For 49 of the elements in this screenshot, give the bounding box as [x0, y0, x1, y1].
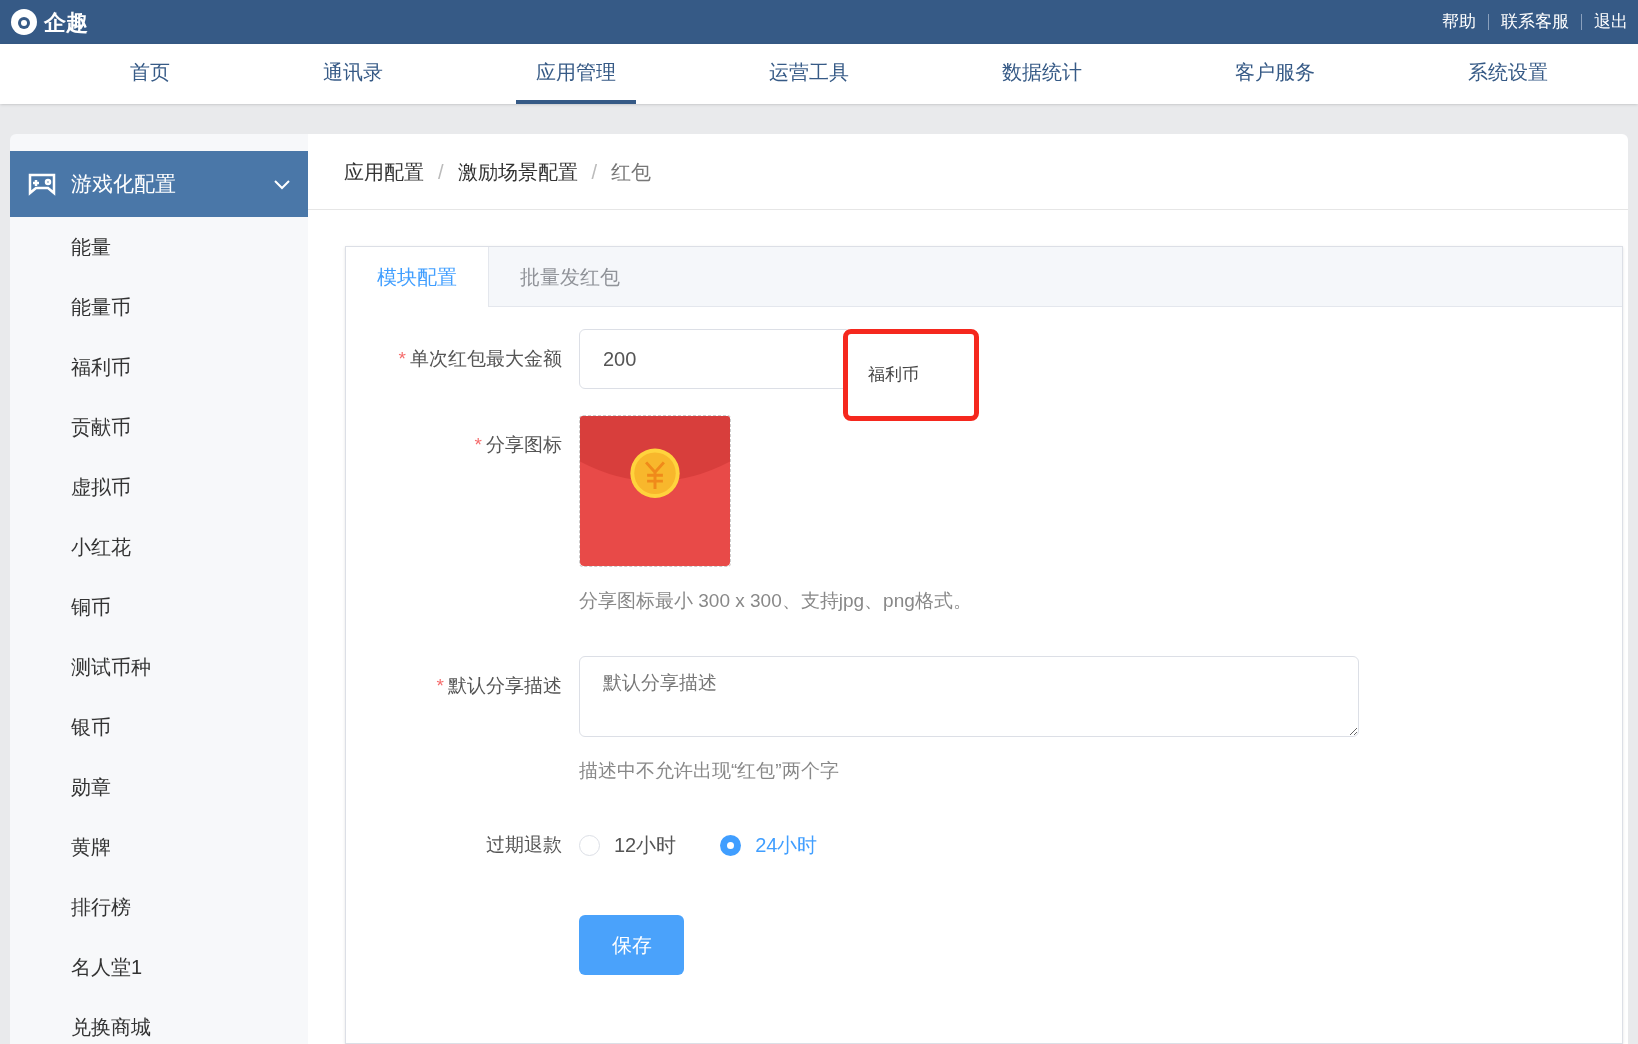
sidebar-item[interactable]: 名人堂1 [10, 937, 308, 997]
amount-input[interactable]: 200 [579, 329, 847, 389]
group-label: 游戏化配置 [71, 171, 177, 198]
sidebar-item[interactable]: 虚拟币 [10, 457, 308, 517]
description-field[interactable]: 默认分享描述 [579, 655, 1359, 737]
sidebar-item[interactable]: 黄牌 [10, 817, 308, 877]
sidebar-item[interactable]: 测试币种 [10, 637, 308, 697]
field-label: 过期退款 [486, 834, 562, 855]
radio-label: 24小时 [755, 833, 818, 858]
radio-label: 12小时 [614, 833, 677, 858]
nav-tab[interactable]: 应用管理 [516, 44, 636, 104]
sidebar-item[interactable]: 小红花 [10, 517, 308, 577]
sidebar-item[interactable]: 兑换商城 [10, 997, 308, 1044]
logo-icon [10, 8, 38, 36]
sidebar-item[interactable]: 银币 [10, 697, 308, 757]
nav-tab[interactable]: 首页 [110, 44, 190, 104]
breadcrumb-separator: / [591, 159, 598, 185]
sidebar-item[interactable]: 能量 [10, 217, 308, 277]
header-link[interactable]: 联系客服 [1501, 9, 1569, 35]
currency-suffix: 福利币 [843, 329, 979, 421]
header-link[interactable]: 帮助 [1442, 9, 1476, 35]
brand-name: 企趣 [44, 8, 88, 37]
breadcrumb-item[interactable]: 激励场景配置 [457, 156, 578, 187]
radio-button[interactable] [579, 834, 600, 856]
sidebar-item[interactable]: 勋章 [10, 757, 308, 817]
sidebar-item[interactable]: 铜币 [10, 577, 308, 637]
field-label: * 默认分享描述 [436, 674, 562, 696]
chevron-icon [273, 178, 291, 190]
gamepad-icon [27, 172, 57, 196]
sidebar-item[interactable]: 贡献币 [10, 397, 308, 457]
sidebar-item[interactable]: 能量币 [10, 277, 308, 337]
sidebar-item[interactable]: 排行榜 [10, 877, 308, 937]
nav-tab[interactable]: 数据统计 [982, 44, 1102, 104]
sidebar-item[interactable]: 福利币 [10, 337, 308, 397]
nav-tab[interactable]: 客户服务 [1215, 44, 1335, 104]
header-link[interactable]: 退出 [1594, 9, 1628, 35]
icon-hint: 分享图标最小 300 x 300、支持jpg、png格式。 [579, 589, 972, 613]
field-label: * 分享图标 [474, 434, 562, 455]
nav-tab[interactable]: 运营工具 [749, 44, 869, 104]
breadcrumb-item: 红包 [611, 159, 652, 185]
field-label: * 单次红包最大金额 [398, 348, 562, 369]
breadcrumb-separator: / [438, 159, 444, 185]
breadcrumb-item[interactable]: 应用配置 [344, 156, 424, 187]
nav-tab[interactable]: 系统设置 [1448, 44, 1568, 104]
sidebar-group[interactable]: 游戏化配置 [10, 151, 308, 217]
envelope-image[interactable] [579, 415, 731, 567]
nav-tab[interactable]: 通讯录 [303, 44, 403, 104]
radio-button[interactable] [720, 834, 742, 856]
description-hint: 描述中不允许出现“红包”两个字 [579, 758, 840, 783]
